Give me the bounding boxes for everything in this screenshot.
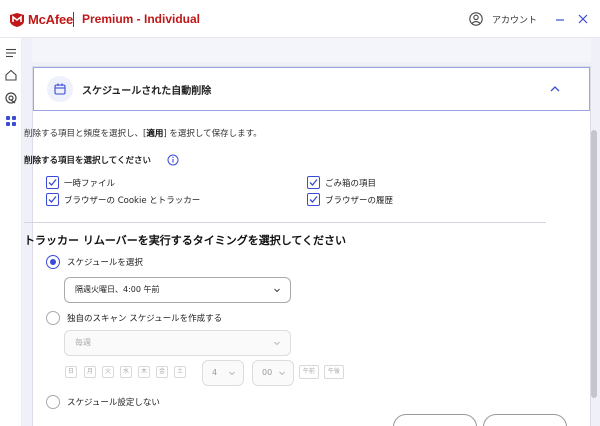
day-sat[interactable]: 土 xyxy=(174,366,186,378)
checkbox-browser-cookies[interactable]: ブラウザーの Cookie とトラッカー xyxy=(46,193,200,206)
day-fri[interactable]: 金 xyxy=(156,366,168,378)
am-toggle[interactable]: 午前 xyxy=(299,365,319,379)
section-description: 削除する項目と頻度を選択し、[適用] を選択して保存します。 xyxy=(24,129,262,139)
chevron-down-icon xyxy=(274,288,280,293)
radio-select-schedule[interactable]: スケジュールを選択 xyxy=(46,255,143,269)
frequency-select[interactable]: 毎週 xyxy=(64,330,291,356)
radio-no-schedule[interactable]: スケジュール設定しない xyxy=(46,395,160,409)
checkmark-icon xyxy=(309,196,318,203)
home-icon[interactable] xyxy=(4,68,18,82)
checkbox-label: 一時ファイル xyxy=(64,178,116,189)
account-icon xyxy=(469,12,483,26)
minute-select[interactable]: 00 xyxy=(252,360,294,386)
account-label: アカウント xyxy=(492,15,538,26)
schedule-select[interactable]: 隔週火曜日、4:00 午前 xyxy=(64,277,291,303)
calendar-icon xyxy=(54,83,66,95)
checkbox-browser-history[interactable]: ブラウザーの履歴 xyxy=(307,193,393,206)
apply-button[interactable] xyxy=(483,414,567,426)
cancel-button[interactable] xyxy=(393,414,477,426)
account-button[interactable]: アカウント xyxy=(469,12,537,26)
checkbox-box[interactable] xyxy=(46,176,59,189)
radio-indicator[interactable] xyxy=(46,255,60,269)
top-panel xyxy=(32,38,591,62)
apps-grid-icon[interactable] xyxy=(4,114,18,128)
checkbox-label: ブラウザーの履歴 xyxy=(325,195,394,206)
radio-indicator[interactable] xyxy=(46,311,60,325)
radio-label: スケジュールを選択 xyxy=(67,258,143,268)
checkmark-icon xyxy=(309,179,318,186)
checkbox-box[interactable] xyxy=(46,193,59,206)
day-thu[interactable]: 木 xyxy=(138,366,150,378)
timing-heading: トラッカー リムーバーを実行するタイミングを選択してください xyxy=(24,234,347,247)
menu-icon[interactable] xyxy=(4,46,18,60)
title-bar: McAfee Premium - Individual アカウント xyxy=(0,0,600,38)
minute-value: 00 xyxy=(262,368,273,377)
checkbox-box[interactable] xyxy=(307,176,320,189)
pm-toggle[interactable]: 午後 xyxy=(324,365,344,379)
hour-value: 4 xyxy=(212,368,218,377)
items-label: 削除する項目を選択してください xyxy=(24,156,151,166)
checkbox-label: ごみ箱の項目 xyxy=(325,178,377,189)
mcafee-logo: McAfee xyxy=(9,12,73,27)
checkmark-icon xyxy=(48,179,57,186)
section-divider xyxy=(24,222,546,223)
radio-indicator[interactable] xyxy=(46,395,60,409)
checkmark-icon xyxy=(48,196,57,203)
card-header[interactable]: スケジュールされた自動削除 xyxy=(33,67,590,111)
hour-select[interactable]: 4 xyxy=(202,360,244,386)
checkbox-recycle-bin[interactable]: ごみ箱の項目 xyxy=(307,176,376,189)
close-icon[interactable] xyxy=(576,12,590,26)
radio-custom-schedule[interactable]: 独自のスキャン スケジュールを作成する xyxy=(46,311,222,325)
scrollbar[interactable] xyxy=(591,130,597,398)
chevron-up-icon[interactable] xyxy=(548,82,562,96)
schedule-select-value: 隔週火曜日、4:00 午前 xyxy=(75,285,160,294)
brand-name: McAfee xyxy=(28,12,74,27)
radio-label: スケジュール設定しない xyxy=(67,398,160,408)
card-title: スケジュールされた自動削除 xyxy=(82,86,212,97)
day-wed[interactable]: 水 xyxy=(120,366,132,378)
mcafee-shield-icon xyxy=(10,12,24,27)
sidebar xyxy=(0,38,22,426)
chevron-down-icon xyxy=(274,341,280,346)
day-mon[interactable]: 月 xyxy=(84,366,96,378)
calendar-badge xyxy=(47,76,73,102)
checkbox-box[interactable] xyxy=(307,193,320,206)
title-divider xyxy=(73,12,74,27)
radio-label: 独自のスキャン スケジュールを作成する xyxy=(67,314,223,324)
chevron-down-icon xyxy=(229,371,235,376)
day-tue[interactable]: 火 xyxy=(102,366,114,378)
privacy-icon[interactable] xyxy=(4,91,18,105)
checkbox-temp-files[interactable]: 一時ファイル xyxy=(46,176,115,189)
product-name: Premium - Individual xyxy=(82,12,201,26)
chevron-down-icon xyxy=(279,371,285,376)
day-sun[interactable]: 日 xyxy=(65,366,77,378)
info-icon[interactable] xyxy=(167,154,179,166)
minimize-icon[interactable] xyxy=(553,12,567,26)
checkbox-label: ブラウザーの Cookie とトラッカー xyxy=(64,195,201,206)
frequency-select-value: 毎週 xyxy=(75,338,91,347)
